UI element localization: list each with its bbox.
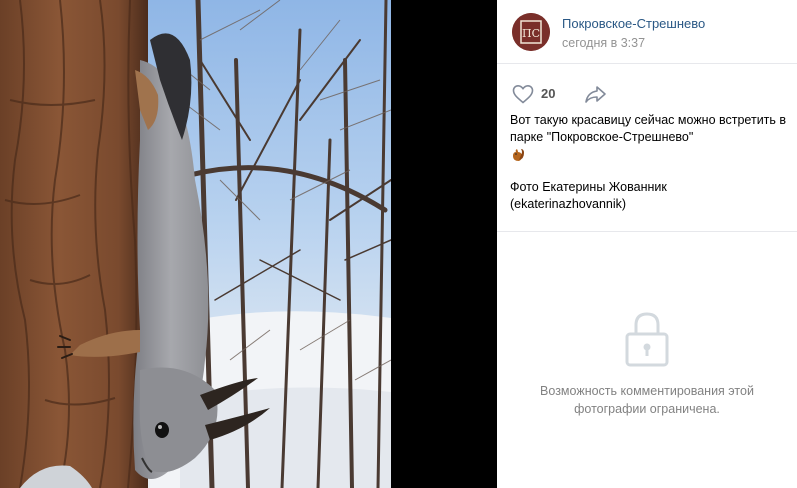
like-button[interactable]: 20 xyxy=(511,82,567,106)
heart-icon xyxy=(512,84,534,104)
squirrel-emoji-icon xyxy=(513,149,524,162)
comments-closed-text: Возможность комментирования этой фотогра… xyxy=(540,384,754,416)
post-text-body: Вот такую красавицу сейчас можно встрети… xyxy=(510,113,787,144)
divider xyxy=(497,231,797,232)
like-count: 20 xyxy=(541,86,556,101)
avatar[interactable]: ПС xyxy=(512,13,550,51)
comments-closed-notice: Возможность комментирования этой фотогра… xyxy=(497,310,797,418)
avatar-text: ПС xyxy=(522,27,540,40)
photo-image xyxy=(0,0,391,488)
post-actions: 20 xyxy=(511,82,791,106)
credit-line-1: Фото Екатерины Жованник xyxy=(510,180,667,195)
photo-viewer xyxy=(0,0,497,488)
credit-line-2: (ekaterinazhovannik) xyxy=(510,197,627,212)
post-text: Вот такую красавицу сейчас можно встрети… xyxy=(510,112,790,213)
author-header: ПС Покровское-Стрешнево сегодня в 3:37 xyxy=(497,0,797,64)
photo-credit: Фото Екатерины Жованник (ekaterinazhovann… xyxy=(510,179,790,213)
squirrel-photo[interactable] xyxy=(0,0,391,488)
avatar-logo: ПС xyxy=(512,13,550,51)
lock-icon xyxy=(625,312,669,367)
share-button[interactable] xyxy=(583,82,609,106)
post-panel: ПС Покровское-Стрешнево сегодня в 3:37 2… xyxy=(497,0,797,488)
post-text-line: Вот такую красавицу сейчас можно встрети… xyxy=(510,112,790,163)
share-arrow-icon xyxy=(585,86,606,103)
author-name-link[interactable]: Покровское-Стрешнево xyxy=(562,16,705,31)
post-date[interactable]: сегодня в 3:37 xyxy=(562,36,645,50)
